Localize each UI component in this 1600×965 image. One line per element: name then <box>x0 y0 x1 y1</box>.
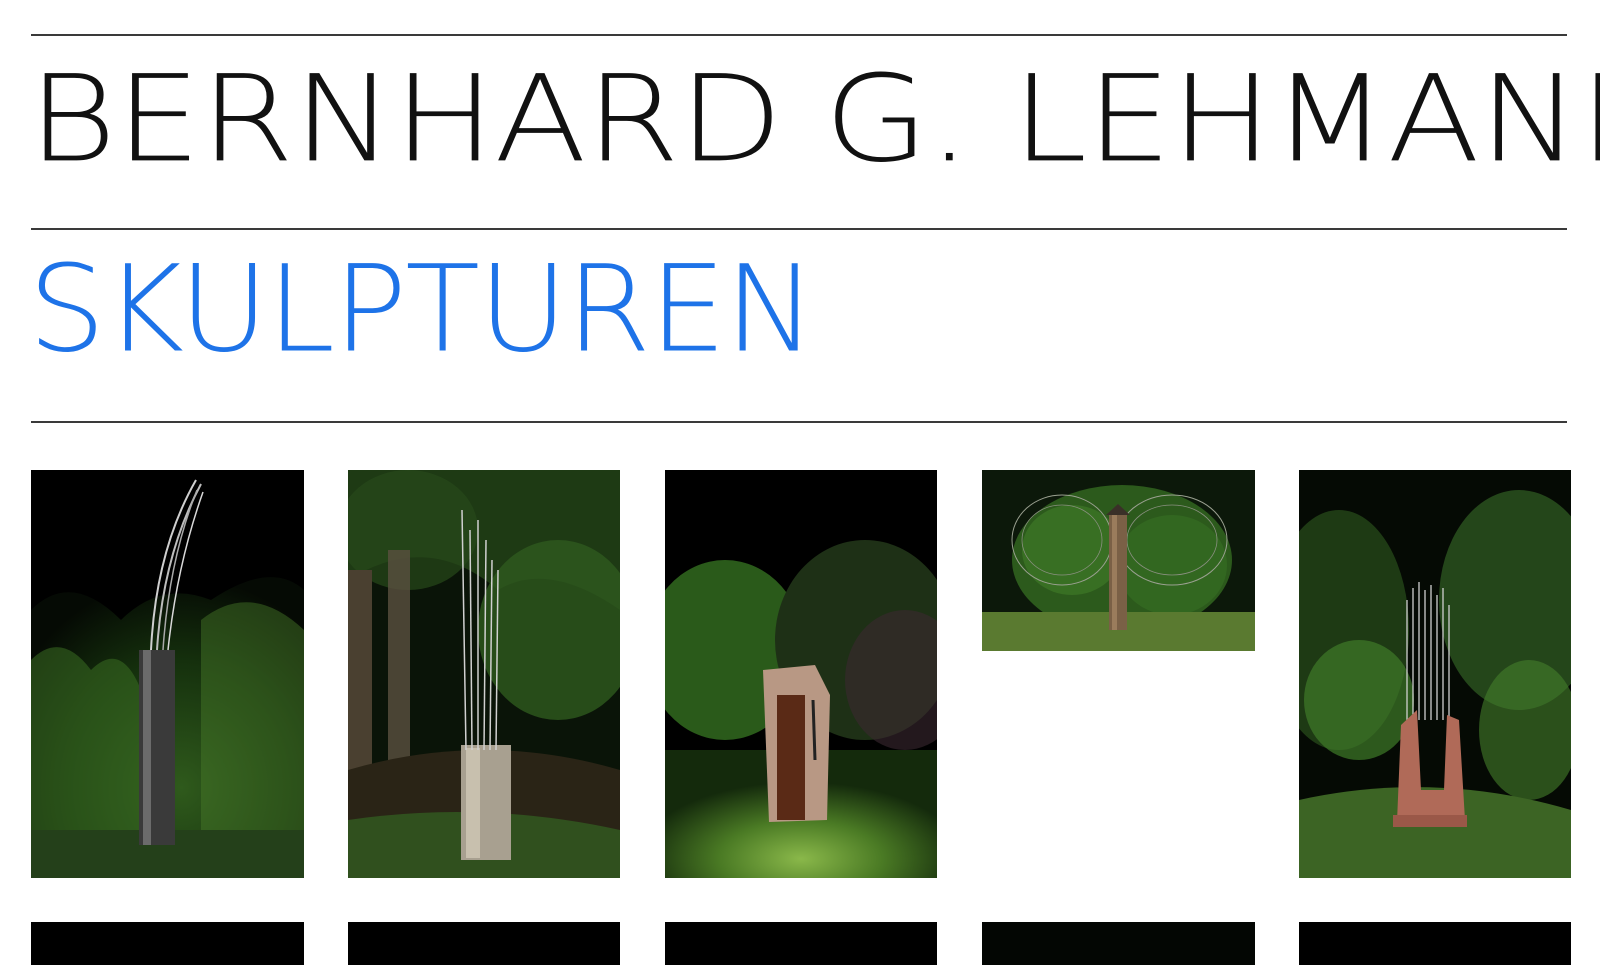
sculpture-photo-5 <box>1299 470 1571 878</box>
gallery-thumbnail-8[interactable] <box>665 922 937 965</box>
gallery-thumbnail-6[interactable] <box>31 922 304 965</box>
sculpture-gallery <box>0 0 1600 965</box>
sculpture-photo-6 <box>31 922 304 965</box>
gallery-thumbnail-3[interactable] <box>665 470 937 878</box>
sculpture-photo-2 <box>348 470 620 878</box>
sculpture-photo-10 <box>1299 922 1571 965</box>
sculpture-photo-3 <box>665 470 937 878</box>
sculpture-photo-9 <box>982 922 1255 965</box>
gallery-thumbnail-2[interactable] <box>348 470 620 878</box>
gallery-thumbnail-5[interactable] <box>1299 470 1571 878</box>
sculpture-photo-1 <box>31 470 304 878</box>
sculpture-photo-8 <box>665 922 937 965</box>
gallery-thumbnail-4[interactable] <box>982 470 1255 651</box>
sculpture-photo-4 <box>982 470 1255 651</box>
sculpture-photo-7 <box>348 922 620 965</box>
gallery-thumbnail-7[interactable] <box>348 922 620 965</box>
gallery-thumbnail-1[interactable] <box>31 470 304 878</box>
gallery-thumbnail-10[interactable] <box>1299 922 1571 965</box>
gallery-thumbnail-9[interactable] <box>982 922 1255 965</box>
